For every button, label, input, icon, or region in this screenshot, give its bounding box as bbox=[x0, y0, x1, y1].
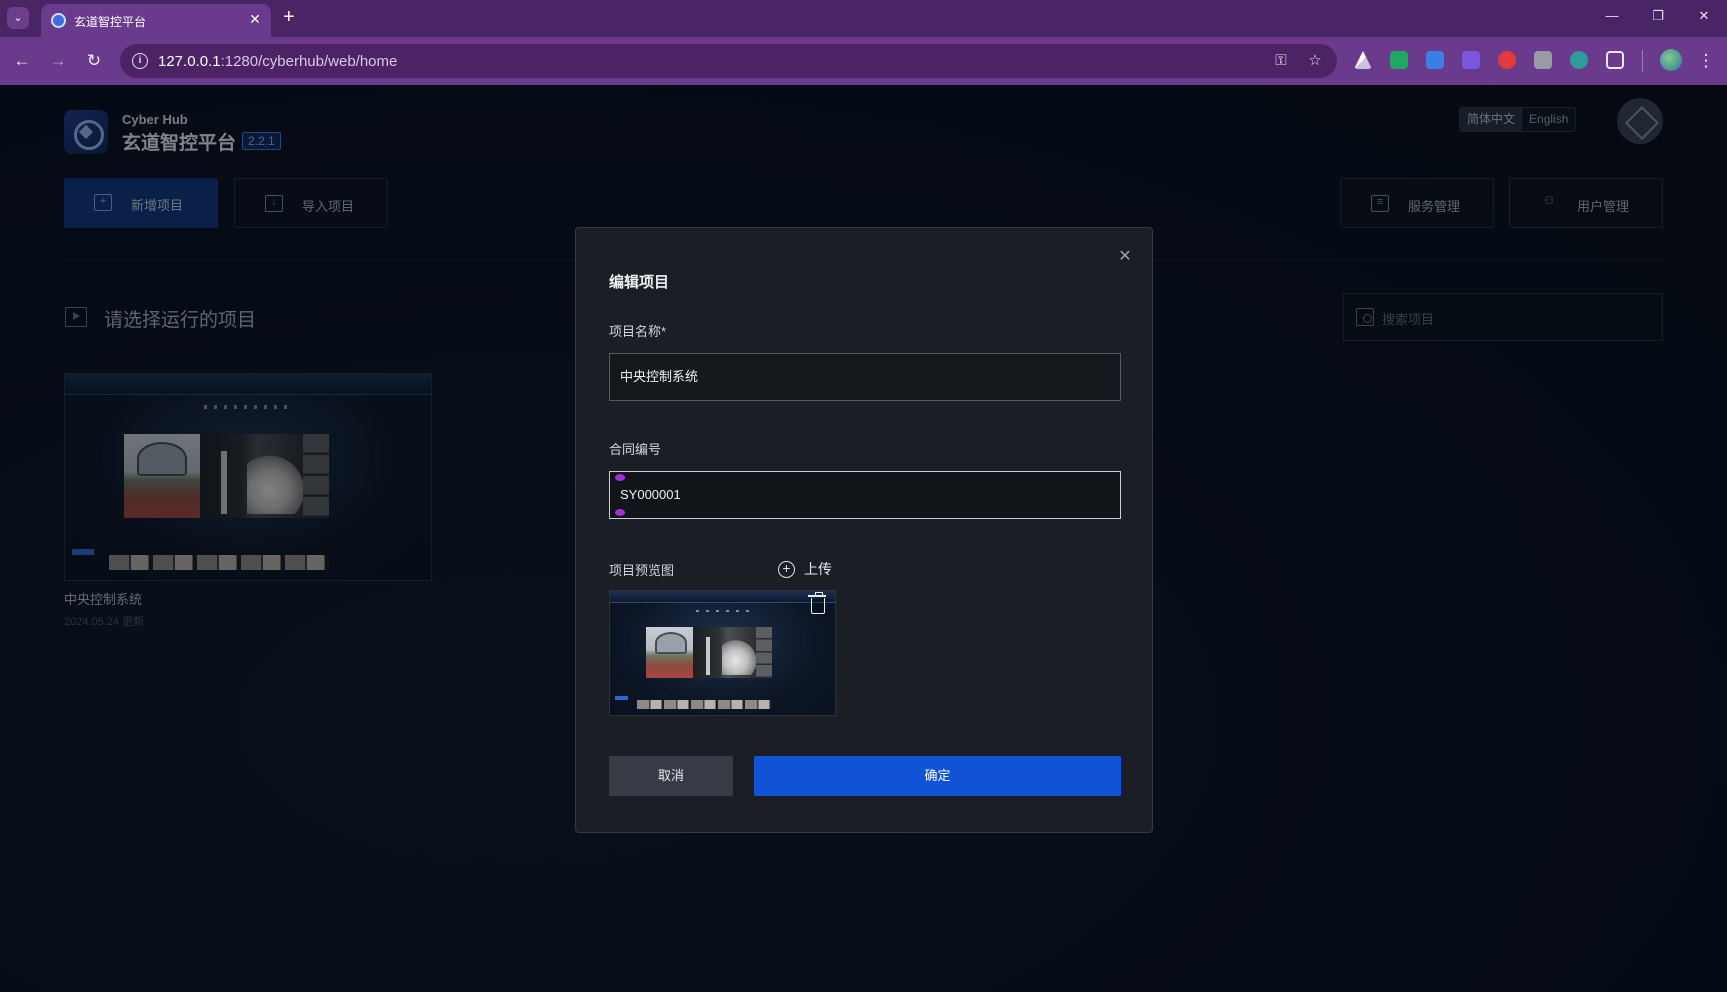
site-info-icon[interactable]: i bbox=[132, 53, 148, 69]
upload-label: 上传 bbox=[804, 561, 832, 577]
reload-icon[interactable]: ↻ bbox=[82, 49, 106, 73]
tab-title: 玄道智控平台 bbox=[74, 15, 147, 29]
browser-menu-icon[interactable]: ⋮ bbox=[1694, 49, 1718, 73]
browser-toolbar: ← → ↻ i 127.0.0.1:1280/cyberhub/web/home… bbox=[0, 37, 1727, 85]
edit-project-dialog: 编辑项目 ✕ 项目名称* 中央控制系统 合同编号 SY000001 项目预览图 … bbox=[575, 227, 1153, 833]
extension-teal-icon[interactable] bbox=[1570, 51, 1588, 69]
extensions-puzzle-icon[interactable] bbox=[1606, 51, 1624, 69]
browser-tab-strip: ⌄ 玄道智控平台 ✕ + — ❐ ✕ bbox=[0, 0, 1727, 37]
browser-tab[interactable]: 玄道智控平台 ✕ bbox=[41, 4, 271, 37]
dialog-title: 编辑项目 bbox=[609, 274, 670, 291]
profile-avatar[interactable] bbox=[1660, 49, 1682, 71]
project-name-field[interactable]: 中央控制系统 bbox=[609, 353, 1121, 401]
extension-green-icon[interactable] bbox=[1390, 51, 1408, 69]
extension-triangle-icon[interactable] bbox=[1354, 51, 1372, 69]
minimize-icon[interactable]: — bbox=[1602, 8, 1622, 23]
drag-handle-top bbox=[615, 474, 625, 481]
toolbar-divider bbox=[1642, 50, 1643, 72]
url-text: 127.0.0.1:1280/cyberhub/web/home bbox=[158, 53, 398, 70]
new-tab-button[interactable]: + bbox=[283, 7, 295, 27]
drag-handle-bottom bbox=[615, 509, 625, 516]
contract-number-field[interactable]: SY000001 bbox=[609, 471, 1121, 519]
confirm-button[interactable]: 确定 bbox=[754, 756, 1121, 796]
extension-translate-icon[interactable] bbox=[1426, 51, 1444, 69]
preview-image bbox=[609, 590, 836, 716]
upload-button[interactable]: + 上传 bbox=[778, 559, 832, 579]
tab-close-icon[interactable]: ✕ bbox=[246, 10, 264, 28]
forward-icon[interactable]: → bbox=[46, 49, 70, 73]
extension-gray-icon[interactable] bbox=[1534, 51, 1552, 69]
favicon-icon bbox=[51, 13, 66, 28]
password-key-icon[interactable]: ⚿ bbox=[1272, 52, 1290, 70]
restore-icon[interactable]: ❐ bbox=[1648, 8, 1668, 24]
contract-number-value: SY000001 bbox=[620, 487, 681, 502]
cancel-button[interactable]: 取消 bbox=[609, 756, 733, 796]
bookmark-star-icon[interactable]: ☆ bbox=[1306, 52, 1324, 70]
delete-trash-icon[interactable] bbox=[808, 592, 826, 614]
window-close-icon[interactable]: ✕ bbox=[1694, 8, 1714, 24]
back-icon[interactable]: ← bbox=[10, 49, 34, 73]
project-name-label: 项目名称* bbox=[609, 324, 667, 339]
add-circle-icon: + bbox=[778, 560, 795, 578]
dialog-close-icon[interactable]: ✕ bbox=[1117, 249, 1133, 265]
extension-purple-icon[interactable] bbox=[1462, 51, 1480, 69]
preview-image-label: 项目预览图 bbox=[609, 563, 675, 578]
contract-number-label: 合同编号 bbox=[609, 442, 662, 457]
preview-thumbnail-image bbox=[610, 591, 835, 715]
extension-red-icon[interactable] bbox=[1498, 51, 1516, 69]
address-bar[interactable]: i 127.0.0.1:1280/cyberhub/web/home ⚿ ☆ bbox=[120, 44, 1337, 78]
tab-search-button[interactable]: ⌄ bbox=[7, 7, 29, 29]
